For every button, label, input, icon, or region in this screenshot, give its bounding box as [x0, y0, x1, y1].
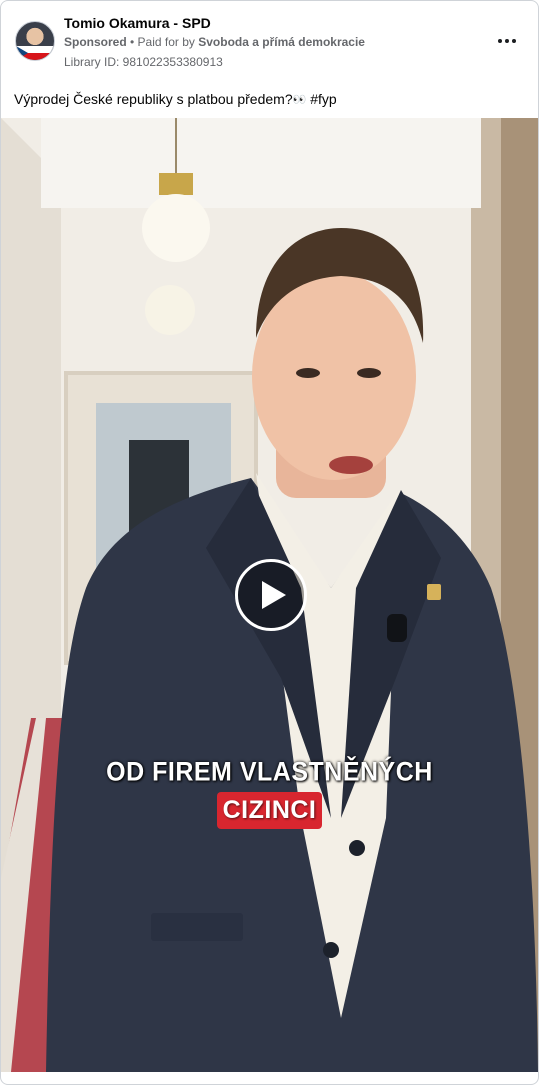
eyes-emoji-icon: 👀: [292, 94, 307, 106]
caption-text: Výprodej České republiky s platbou přede…: [14, 91, 293, 107]
video-subtitle-line-2-wrap: CIZINCI: [1, 792, 538, 829]
library-id: Library ID: 981022353380913: [64, 55, 223, 69]
video-subtitle-line-2: CIZINCI: [216, 792, 323, 829]
play-icon[interactable]: [235, 559, 307, 631]
czech-flag-icon: [16, 46, 54, 60]
page-name[interactable]: Tomio Okamura - SPD: [64, 15, 211, 31]
more-options-icon[interactable]: [493, 31, 521, 51]
video-subtitle-line-1: OD FIREM VLASTNĚNÝCH: [106, 756, 433, 788]
sponsored-meta: Sponsored • Paid for by Svoboda a přímá …: [64, 35, 365, 49]
paid-for-by-label: Paid for by: [137, 35, 199, 49]
meta-separator: •: [126, 35, 138, 49]
post-caption: Výprodej České republiky s platbou přede…: [14, 91, 337, 107]
payer-name[interactable]: Svoboda a přímá demokracie: [198, 35, 365, 49]
page-avatar[interactable]: [15, 21, 55, 61]
video-player[interactable]: OD FIREM VLASTNĚNÝCH CIZINCI: [1, 118, 538, 1072]
ad-card: Tomio Okamura - SPD Sponsored • Paid for…: [0, 0, 539, 1085]
caption-hashtag[interactable]: #fyp: [306, 91, 336, 107]
sponsored-label: Sponsored: [64, 35, 127, 49]
ad-header: Tomio Okamura - SPD Sponsored • Paid for…: [1, 1, 538, 81]
